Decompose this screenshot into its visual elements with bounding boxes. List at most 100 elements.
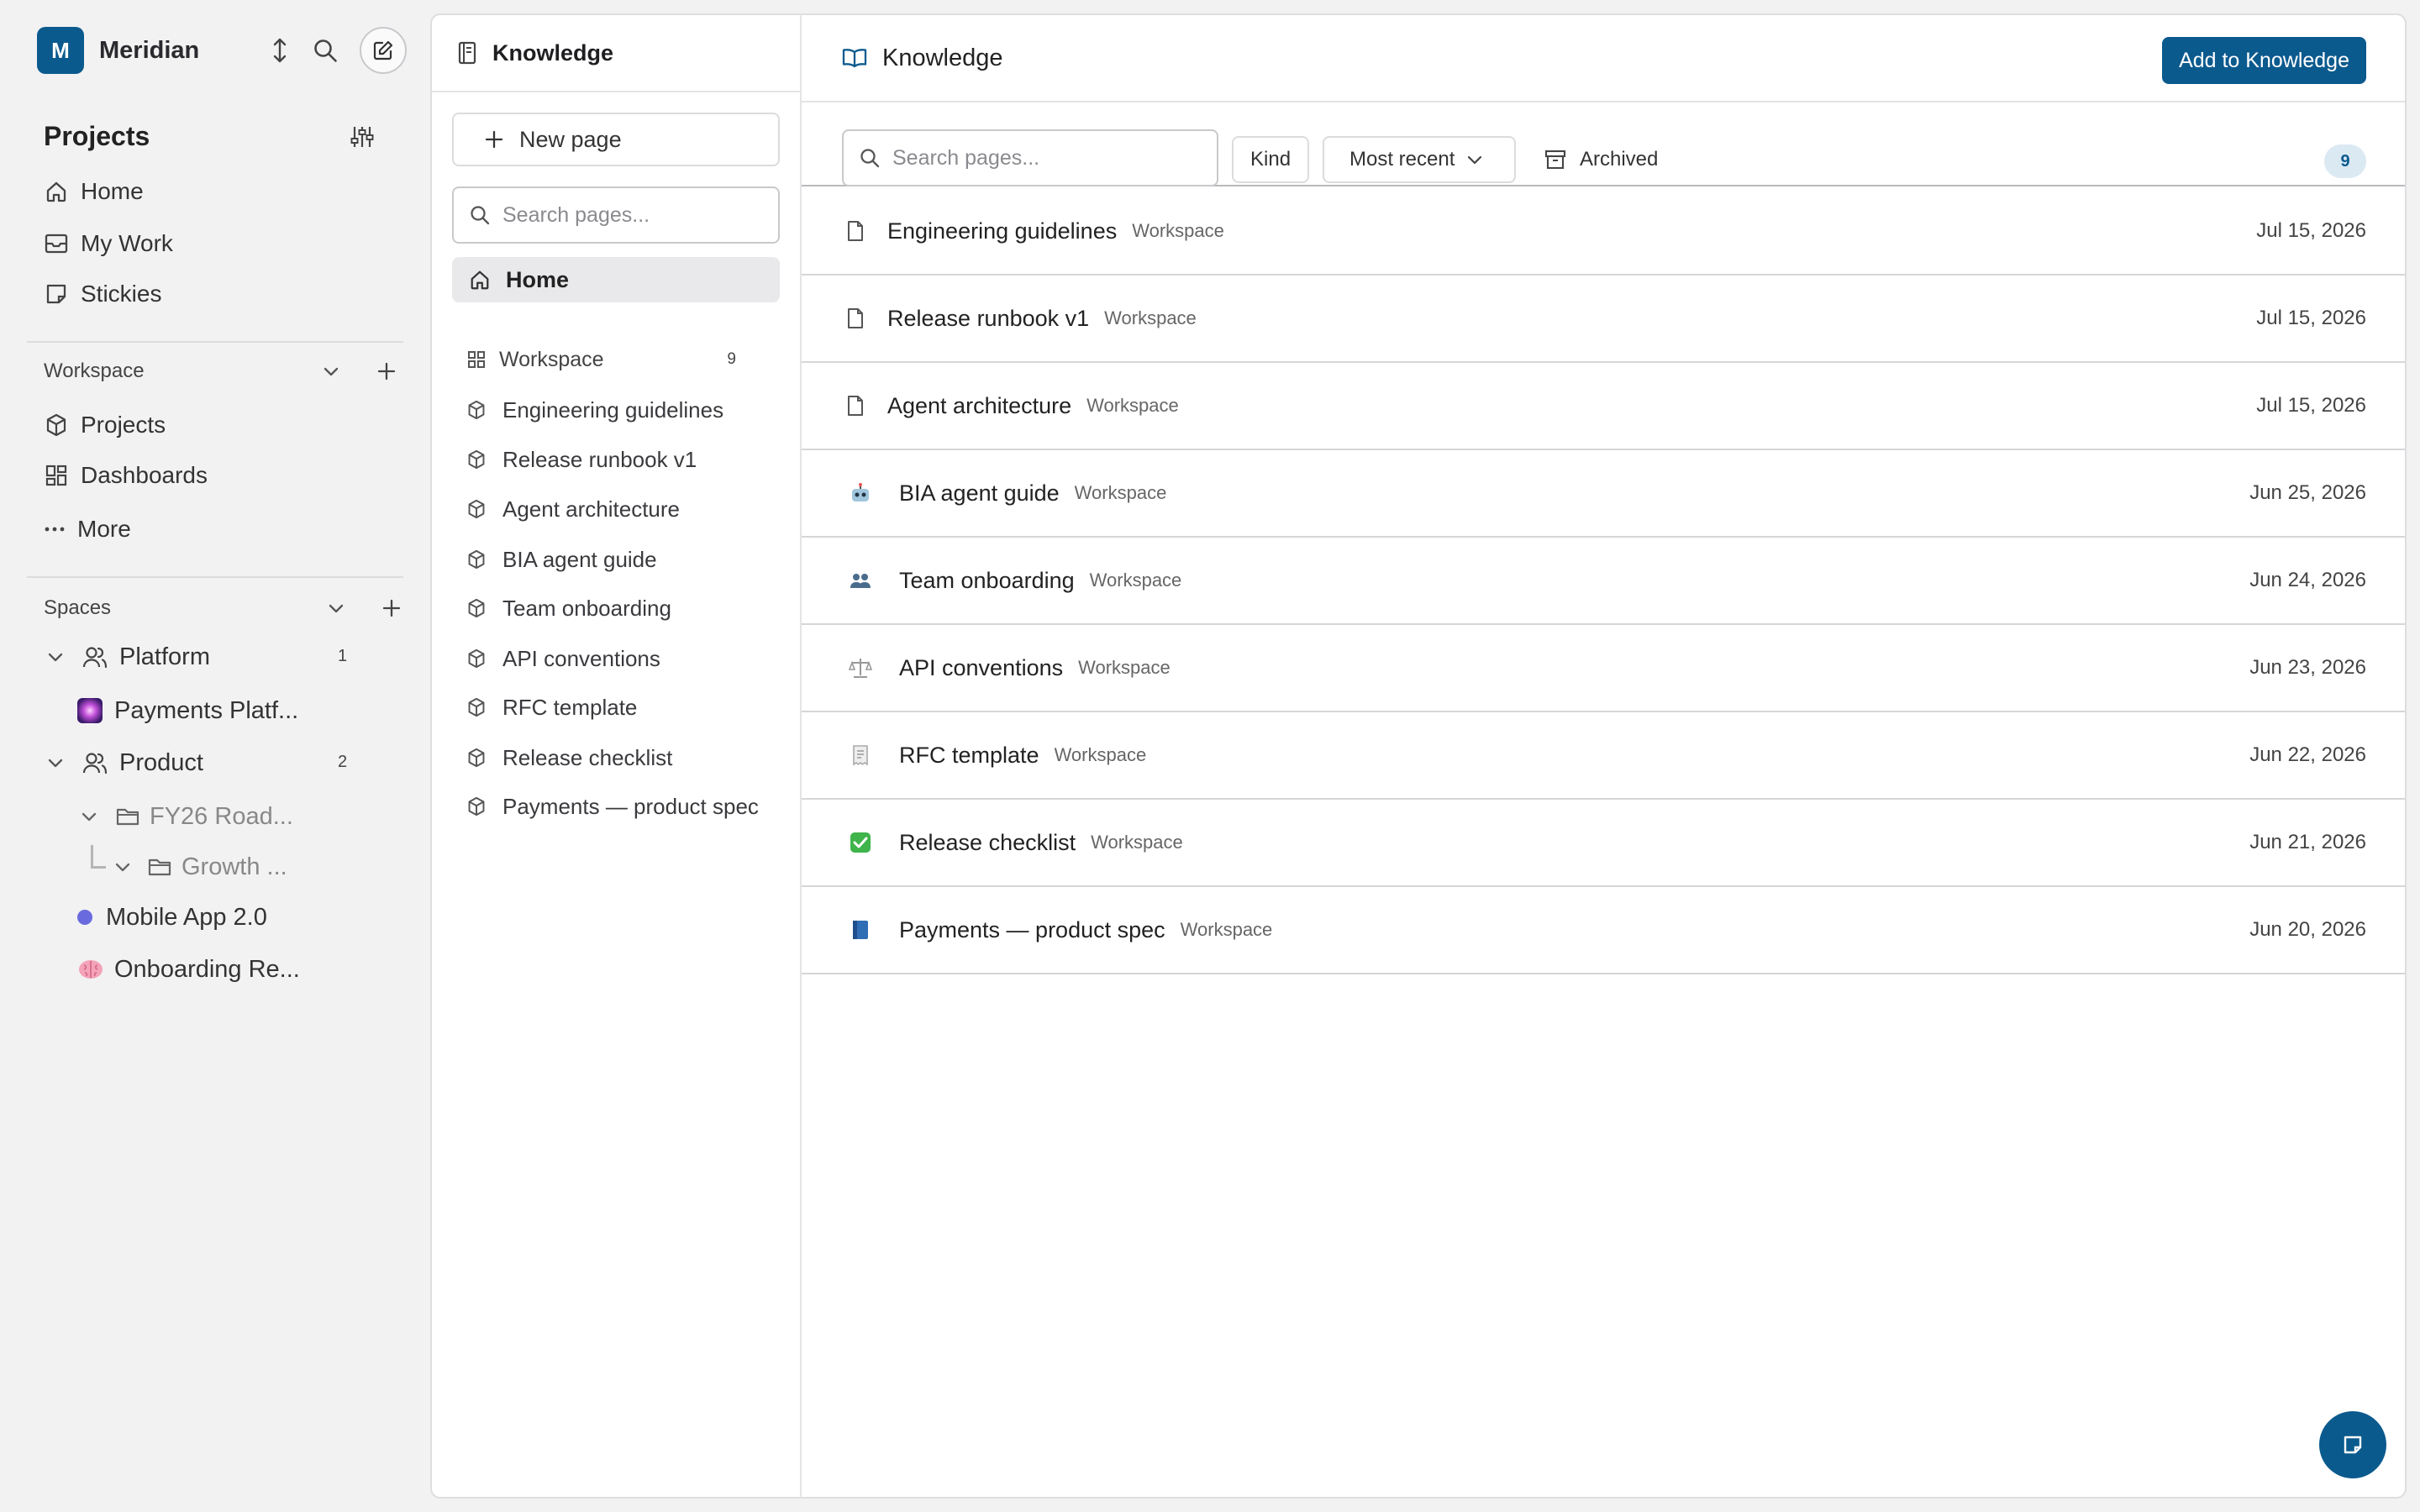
grid-icon bbox=[44, 465, 69, 486]
tree-item[interactable]: Agent architecture bbox=[467, 491, 680, 528]
compose-button[interactable] bbox=[360, 27, 407, 74]
search-icon bbox=[469, 204, 491, 226]
tree-item[interactable]: Release checklist bbox=[467, 739, 672, 776]
feedback-fab-button[interactable] bbox=[2319, 1411, 2386, 1478]
tree-item[interactable]: API conventions bbox=[467, 640, 660, 677]
chevron-down-icon[interactable] bbox=[328, 602, 345, 614]
page-title-text: API conventions bbox=[899, 654, 1064, 680]
new-page-button[interactable]: New page bbox=[452, 113, 780, 166]
folder-icon bbox=[148, 857, 171, 877]
space-product[interactable]: Product bbox=[47, 743, 203, 783]
page-scope-tag: Workspace bbox=[1054, 744, 1147, 765]
page-title-text: Agent architecture bbox=[887, 392, 1072, 418]
tree-connector bbox=[91, 845, 106, 869]
org-switcher[interactable]: M Meridian bbox=[37, 27, 407, 74]
page-date: Jun 25, 2026 bbox=[2249, 481, 2366, 504]
sidebar-section-title: Projects bbox=[44, 121, 150, 151]
sidebar-item-stickies[interactable]: Stickies bbox=[44, 274, 161, 314]
page-scope-tag: Workspace bbox=[1086, 395, 1179, 416]
space-mobile-app[interactable]: Mobile App 2.0 bbox=[77, 897, 267, 937]
receipt-emoji-icon bbox=[847, 742, 874, 769]
sidebar-item-my-work[interactable]: My Work bbox=[44, 223, 173, 264]
chevron-down-icon[interactable] bbox=[114, 861, 131, 873]
sidebar-item-dashboards[interactable]: Dashboards bbox=[44, 455, 208, 496]
folder-label: Growth ... bbox=[182, 853, 287, 880]
open-book-icon bbox=[842, 48, 867, 68]
tree-item[interactable]: Engineering guidelines bbox=[467, 391, 723, 428]
page-date: Jul 15, 2026 bbox=[2256, 219, 2366, 242]
main-search-field[interactable] bbox=[842, 129, 1218, 186]
spaces-group-title: Spaces bbox=[44, 596, 112, 619]
tree-item[interactable]: Payments — product spec bbox=[467, 788, 759, 825]
tree-item-home[interactable]: Home bbox=[452, 257, 780, 302]
tree-item[interactable]: RFC template bbox=[467, 689, 637, 726]
cube-icon bbox=[467, 648, 486, 669]
page-row[interactable]: API conventions Workspace Jun 23, 2026 bbox=[802, 625, 2405, 712]
cube-icon bbox=[467, 499, 486, 519]
page-title-text: Team onboarding bbox=[899, 567, 1075, 593]
page-row[interactable]: Engineering guidelines Workspace Jul 15,… bbox=[802, 188, 2405, 276]
kind-filter-button[interactable]: Kind bbox=[1232, 136, 1310, 183]
sidebar-item-more[interactable]: More bbox=[44, 509, 131, 549]
org-actions bbox=[269, 27, 407, 74]
tree-search-field[interactable] bbox=[452, 186, 780, 244]
page-title-text: Release runbook v1 bbox=[887, 305, 1090, 331]
space-onboarding[interactable]: Onboarding Re... bbox=[77, 949, 300, 990]
chevron-down-icon[interactable] bbox=[47, 757, 64, 769]
plus-icon bbox=[484, 129, 504, 150]
page-row[interactable]: Team onboarding Workspace Jun 24, 2026 bbox=[802, 538, 2405, 625]
team-icon bbox=[82, 751, 108, 774]
tree-title: Knowledge bbox=[492, 39, 614, 66]
sidebar-divider bbox=[27, 341, 403, 343]
plus-icon[interactable] bbox=[381, 598, 402, 618]
folder-growth[interactable]: Growth ... bbox=[114, 847, 287, 887]
page-scope-tag: Workspace bbox=[1078, 657, 1171, 678]
page-row[interactable]: Payments — product spec Workspace Jun 20… bbox=[802, 887, 2405, 974]
chevron-down-icon[interactable] bbox=[47, 651, 64, 663]
archived-filter-button[interactable]: Archived bbox=[1544, 136, 1658, 183]
page-row[interactable]: Agent architecture Workspace Jul 15, 202… bbox=[802, 363, 2405, 450]
space-label: Payments Platf... bbox=[114, 696, 299, 724]
page-row[interactable]: RFC template Workspace Jun 22, 2026 bbox=[802, 712, 2405, 800]
sort-dropdown[interactable]: Most recent bbox=[1323, 136, 1516, 183]
search-icon[interactable] bbox=[313, 38, 338, 63]
sidebar-item-home[interactable]: Home bbox=[44, 171, 144, 212]
page-date: Jun 23, 2026 bbox=[2249, 656, 2366, 679]
workspace-group-header: Workspace bbox=[44, 354, 397, 388]
cube-icon bbox=[467, 449, 486, 470]
tree-item-label: Release runbook v1 bbox=[502, 446, 697, 472]
sticky-note-icon bbox=[44, 283, 69, 305]
main-search-input[interactable] bbox=[892, 145, 1212, 171]
tree-item[interactable]: Team onboarding bbox=[467, 590, 671, 627]
inbox-icon bbox=[44, 234, 69, 254]
tree-item[interactable]: BIA agent guide bbox=[467, 541, 657, 578]
page-scope-tag: Workspace bbox=[1091, 832, 1183, 853]
folder-fy26-roadmap[interactable]: FY26 Road... bbox=[81, 796, 293, 837]
space-label: Product bbox=[119, 748, 203, 776]
page-scope-tag: Workspace bbox=[1089, 570, 1182, 591]
tree-search-input[interactable] bbox=[502, 202, 771, 228]
sidebar-item-label: More bbox=[77, 516, 131, 542]
check-mark-emoji-icon bbox=[847, 829, 874, 856]
home-icon bbox=[44, 180, 69, 203]
plus-icon[interactable] bbox=[376, 361, 397, 381]
tree-item-label: RFC template bbox=[502, 694, 638, 720]
knowledge-tree-panel: Knowledge New page Home Workspace 9 Engi… bbox=[430, 13, 802, 1499]
page-row[interactable]: BIA agent guide Workspace Jun 25, 2026 bbox=[802, 450, 2405, 538]
sidebar-item-projects[interactable]: Projects bbox=[44, 405, 166, 445]
people-emoji-icon bbox=[847, 567, 874, 594]
sliders-icon[interactable] bbox=[350, 124, 375, 150]
chevron-down-icon[interactable] bbox=[81, 811, 97, 822]
page-row[interactable]: Release checklist Workspace Jun 21, 2026 bbox=[802, 800, 2405, 887]
space-payments-platform[interactable]: Payments Platf... bbox=[77, 690, 298, 731]
page-row[interactable]: Release runbook v1 Workspace Jul 15, 202… bbox=[802, 276, 2405, 363]
tree-workspace-group[interactable]: Workspace 9 bbox=[467, 343, 736, 376]
add-to-knowledge-button[interactable]: Add to Knowledge bbox=[2162, 37, 2366, 84]
spaces-group-header: Spaces bbox=[44, 591, 402, 625]
space-platform[interactable]: Platform bbox=[47, 637, 210, 677]
document-icon bbox=[842, 218, 869, 244]
chevron-down-icon[interactable] bbox=[323, 365, 339, 377]
sort-arrows-icon[interactable] bbox=[269, 38, 291, 63]
page-date: Jul 15, 2026 bbox=[2256, 394, 2366, 417]
tree-item[interactable]: Release runbook v1 bbox=[467, 441, 697, 478]
